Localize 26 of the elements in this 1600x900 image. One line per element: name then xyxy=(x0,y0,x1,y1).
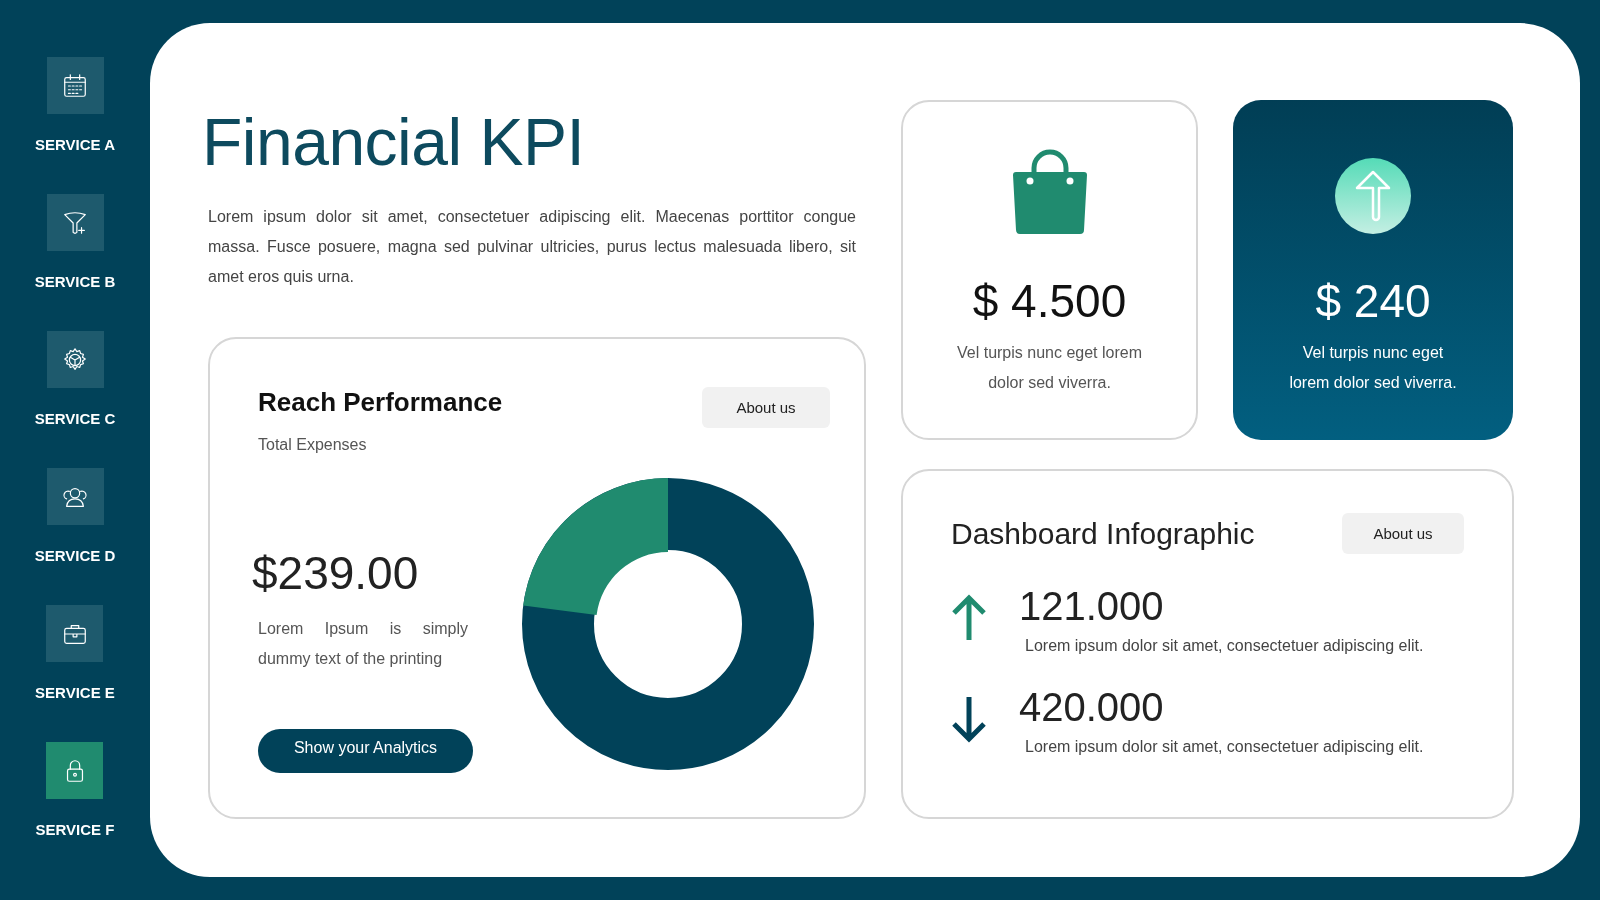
amount-note: Lorem Ipsum is simply dummy text of the printing xyxy=(258,619,468,669)
sidebar-item[interactable]: SERVICE B xyxy=(34,194,116,290)
stat-description: Vel turpis nunc eget lorem dolor sed viverra. xyxy=(956,343,1143,393)
metric-value: 420.000 xyxy=(1019,685,1165,730)
stat-description: Vel turpis nunc eget lorem dolor sed viverra. xyxy=(1288,343,1458,393)
card-title: Reach Performance xyxy=(258,387,503,418)
sidebar-item[interactable]: SERVICE A xyxy=(35,57,115,153)
sidebar-item[interactable]: SERVICE E xyxy=(35,605,115,701)
stat-value: $ 4.500 xyxy=(972,274,1127,328)
about-us-button[interactable]: About us xyxy=(702,387,830,428)
card-subtitle: Total Expenses xyxy=(258,436,368,454)
stat-value: $ 240 xyxy=(1315,274,1431,328)
expense-amount: $239.00 xyxy=(252,546,420,600)
metric-description: Lorem ipsum dolor sit amet, consectetuer adipiscing elit. xyxy=(1025,738,1425,756)
description-text: Lorem ipsum dolor sit amet, consectetuer adipiscing elit. Maecenas porttitor congue massa. Fusce posuere, magna sed pulvinar ultricies, purus lectus malesuada libero, sit amet eros quis urna. xyxy=(208,207,856,287)
analytics-button[interactable]: Show your Analytics xyxy=(258,729,473,773)
up-arrow-icon xyxy=(951,594,987,642)
down-arrow-icon xyxy=(951,695,987,743)
sidebar-item[interactable]: SERVICE F xyxy=(35,742,115,838)
sidebar-item[interactable]: SERVICE C xyxy=(34,331,116,427)
metric-description: Lorem ipsum dolor sit amet, consectetuer adipiscing elit. xyxy=(1025,637,1425,655)
sidebar-item[interactable]: SERVICE D xyxy=(34,468,116,564)
card-title: Dashboard Infographic xyxy=(951,516,1255,551)
metric-value: 121.000 xyxy=(1019,584,1165,629)
about-us-button[interactable]: About us xyxy=(1342,513,1464,554)
page-title: Financial KPI xyxy=(202,104,586,180)
